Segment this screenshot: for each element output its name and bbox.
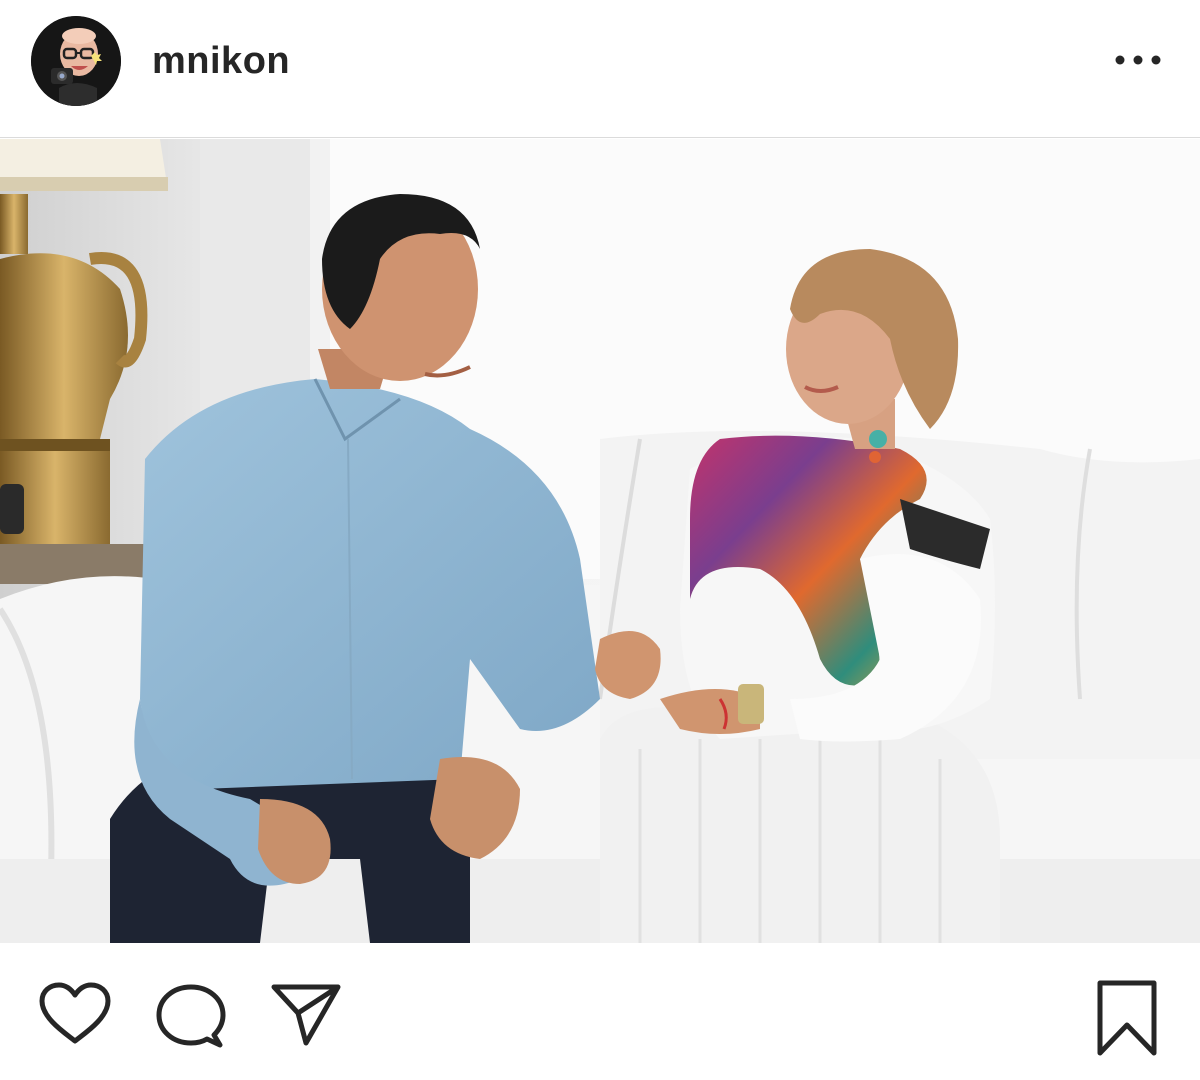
- heart-icon: [39, 982, 111, 1044]
- more-dots-icon: [1115, 55, 1161, 65]
- comment-bubble-icon: [156, 984, 226, 1048]
- post-image: [0, 139, 1200, 943]
- memoji-avatar-icon: [31, 16, 121, 106]
- share-button[interactable]: [270, 983, 342, 1047]
- like-button[interactable]: [38, 981, 112, 1047]
- post-actions-bar: [0, 943, 1200, 1080]
- comment-button[interactable]: [156, 983, 226, 1049]
- instagram-post: mnikon: [0, 0, 1200, 1080]
- post-header: mnikon: [0, 0, 1200, 138]
- bookmark-icon: [1097, 980, 1157, 1056]
- save-button[interactable]: [1094, 979, 1160, 1057]
- post-photo[interactable]: [0, 139, 1200, 943]
- post-username[interactable]: mnikon: [152, 38, 290, 84]
- profile-avatar[interactable]: [31, 16, 121, 106]
- paper-plane-icon: [271, 984, 341, 1046]
- more-options-button[interactable]: [1106, 44, 1170, 76]
